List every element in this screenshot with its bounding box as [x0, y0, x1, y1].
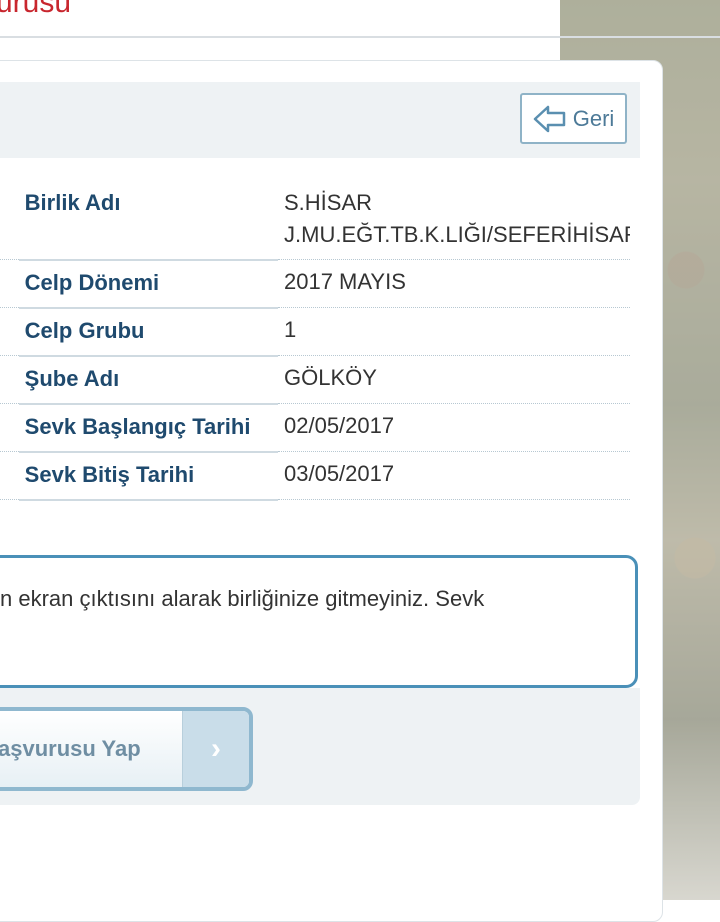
table-row: Birlik Adı S.HİSAR J.MU.EĞT.TB.K.LIĞI/SE…: [0, 181, 630, 261]
detail-label: Sevk Başlangıç Tarihi: [18, 403, 278, 453]
details-table: Birlik Adı S.HİSAR J.MU.EĞT.TB.K.LIĞI/SE…: [0, 181, 630, 501]
detail-value: 03/05/2017: [284, 461, 395, 486]
table-row: Celp Grubu 1: [0, 307, 630, 357]
apply-button[interactable]: aşvurusu Yap ›: [0, 707, 253, 791]
back-button-label: Geri: [572, 105, 615, 131]
detail-label: Sevk Bitiş Tarihi: [18, 451, 278, 501]
detail-value: 1: [284, 317, 297, 342]
detail-label: Birlik Adı: [18, 181, 278, 261]
detail-value: GÖLKÖY: [284, 365, 377, 390]
table-row: Sevk Bitiş Tarihi 03/05/2017: [0, 451, 630, 501]
notice-text: n ekran çıktısını alarak birliğinize git…: [0, 586, 485, 611]
apply-button-label: aşvurusu Yap: [0, 736, 141, 761]
detail-value: S.HİSAR J.MU.EĞT.TB.K.LIĞI/SEFERİHİSAR: [284, 190, 630, 247]
table-row: Sevk Başlangıç Tarihi 02/05/2017: [0, 403, 630, 453]
detail-label: Celp Grubu: [18, 307, 278, 357]
detail-label: Şube Adı: [18, 355, 278, 405]
detail-value: 02/05/2017: [284, 413, 395, 438]
arrow-left-icon: [533, 104, 567, 134]
title-divider: [0, 36, 720, 38]
table-row: Şube Adı GÖLKÖY: [0, 355, 630, 405]
table-row: Celp Dönemi 2017 MAYIS: [0, 259, 630, 309]
page-title: urusu: [0, 0, 72, 19]
notice-box: [0, 555, 638, 688]
detail-label: Celp Dönemi: [18, 259, 278, 309]
detail-value: 2017 MAYIS: [284, 269, 406, 294]
back-button[interactable]: Geri: [520, 93, 627, 144]
chevron-right-icon: ›: [182, 711, 249, 787]
